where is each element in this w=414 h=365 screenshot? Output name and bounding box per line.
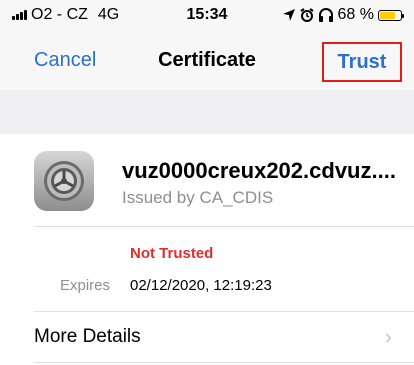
- status-bar: O2 - CZ 4G 15:34 68 %: [0, 0, 414, 30]
- battery-icon: [378, 9, 404, 21]
- expires-value: 02/12/2020, 12:19:23: [130, 277, 272, 294]
- certificate-issuer: Issued by CA_CDIS: [122, 188, 274, 207]
- trust-status: Not Trusted: [130, 245, 214, 262]
- divider: [34, 362, 414, 363]
- more-details-label: More Details: [34, 326, 141, 347]
- more-details-row[interactable]: More Details ›: [0, 312, 414, 362]
- certificate-status: Not Trusted Expires 02/12/2020, 12:19:23: [0, 227, 414, 311]
- chevron-right-icon: ›: [384, 324, 392, 349]
- certificate-name: vuz0000creux202.cdvuz....: [122, 158, 396, 183]
- status-right: 68 %: [282, 6, 404, 24]
- expires-label: Expires: [60, 277, 111, 294]
- battery-percent: 68 %: [337, 6, 374, 23]
- settings-gear-icon: [34, 151, 94, 211]
- trust-button[interactable]: Trust: [322, 42, 402, 82]
- headphones-icon: [318, 8, 333, 22]
- alarm-icon: [299, 8, 314, 22]
- certificate-summary: vuz0000creux202.cdvuz.... Issued by CA_C…: [0, 134, 414, 226]
- section-spacer: [0, 90, 414, 134]
- navigation-bar: Cancel Certificate Trust: [0, 30, 414, 90]
- location-arrow-icon: [282, 9, 295, 21]
